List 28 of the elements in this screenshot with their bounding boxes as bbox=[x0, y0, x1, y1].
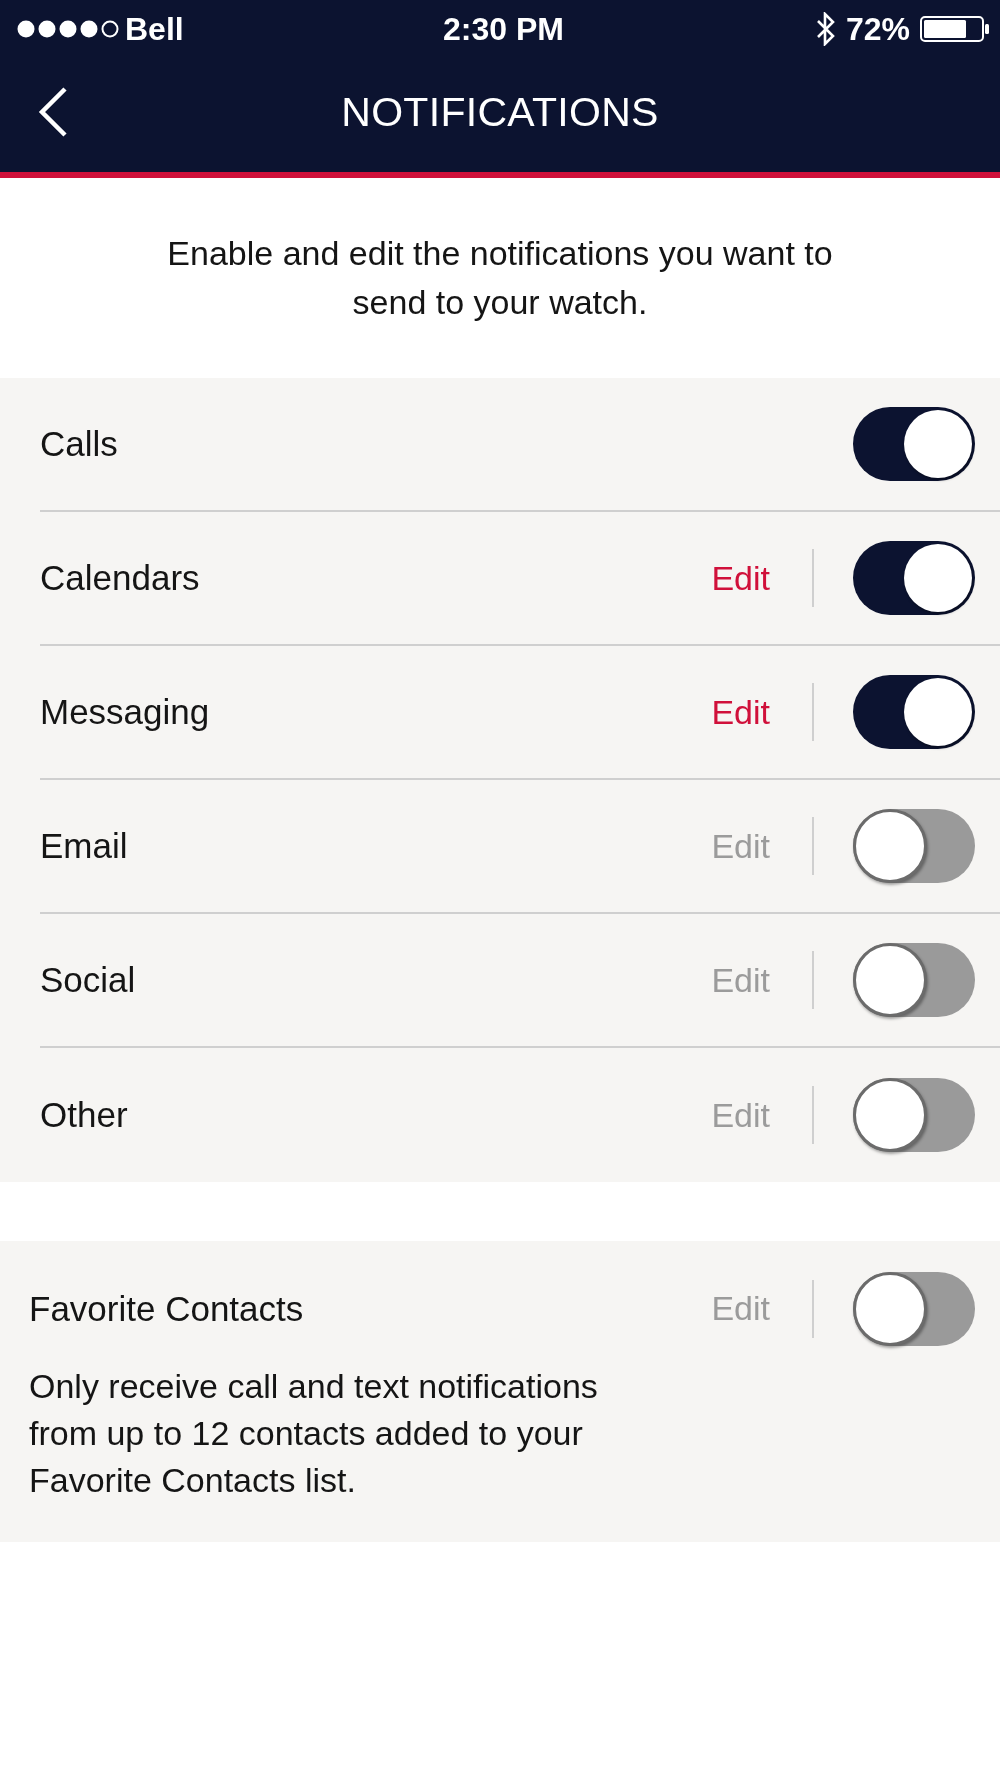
back-button[interactable] bbox=[38, 87, 68, 137]
row-label: Favorite Contacts bbox=[29, 1288, 304, 1329]
chevron-left-icon bbox=[38, 87, 68, 137]
row-label: Other bbox=[40, 1095, 128, 1135]
carrier-name: Bell bbox=[125, 10, 184, 48]
edit-button[interactable]: Edit bbox=[711, 960, 770, 1000]
clock-time: 2:30 PM bbox=[443, 10, 564, 48]
toggle-switch[interactable] bbox=[853, 1078, 975, 1152]
description-text: Only receive call and text notifications from up to 12 contacts added to your Favorite Contacts list. bbox=[29, 1366, 599, 1501]
toggle-switch[interactable] bbox=[853, 809, 975, 883]
row-label: Email bbox=[40, 826, 128, 866]
edit-button[interactable]: Edit bbox=[711, 1095, 770, 1135]
edit-button[interactable]: Edit bbox=[711, 558, 770, 598]
toggle-switch[interactable] bbox=[853, 943, 975, 1017]
bluetooth-icon bbox=[815, 12, 836, 46]
edit-button[interactable]: Edit bbox=[711, 826, 770, 866]
page-title: NOTIFICATIONS bbox=[341, 88, 659, 136]
row-label: Messaging bbox=[40, 692, 210, 732]
edit-button[interactable]: Edit bbox=[711, 692, 770, 732]
battery-percentage: 72% bbox=[845, 10, 910, 48]
signal-strength-icon bbox=[17, 20, 119, 38]
row-label: Social bbox=[40, 960, 136, 1000]
row-label: Calendars bbox=[40, 558, 200, 598]
toggle-switch[interactable] bbox=[853, 1271, 975, 1346]
intro-text: Enable and edit the notifications you want to send to your watch. bbox=[166, 233, 834, 323]
edit-button[interactable]: Edit bbox=[711, 1289, 770, 1328]
row-label: Calls bbox=[40, 424, 118, 464]
battery-icon bbox=[920, 16, 990, 42]
